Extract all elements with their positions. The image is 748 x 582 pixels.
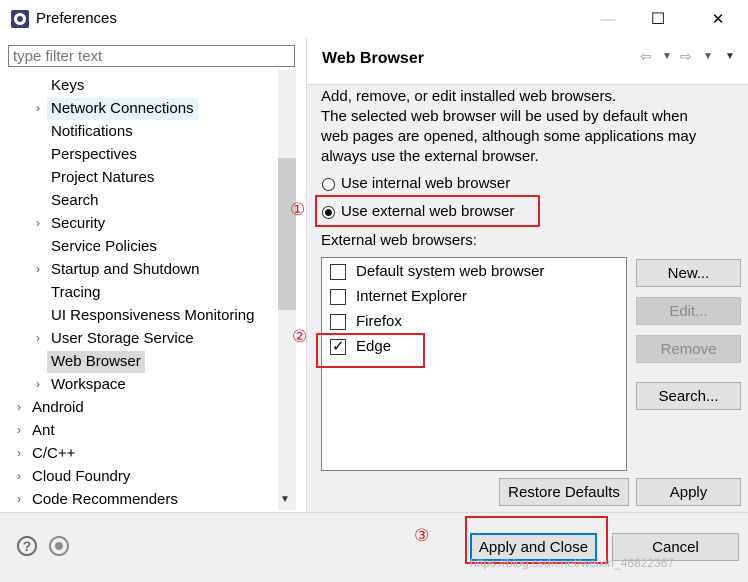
browser-checkbox[interactable] [330,289,346,305]
forward-dropdown-icon[interactable]: ▼ [703,51,713,62]
tree-item[interactable]: Tracing [51,282,100,304]
tree-item[interactable]: Perspectives [51,144,137,166]
tree-item[interactable]: Code Recommenders [32,489,178,511]
tree-item[interactable]: Startup and Shutdown [51,259,199,281]
search-button[interactable]: Search... [636,382,741,410]
description-line: always use the external browser. [321,148,539,165]
tree-item[interactable]: Ant [32,420,55,442]
tree-item[interactable]: C/C++ [32,443,75,465]
tree-item[interactable]: Notifications [51,121,133,143]
expand-arrow-icon[interactable]: › [17,400,21,414]
close-icon: ✕ [711,11,725,28]
tree-item[interactable]: Search [51,190,99,212]
window-title: Preferences [36,10,117,27]
minimize-icon: — [600,10,616,28]
tree-item[interactable]: Service Policies [51,236,157,258]
record-macro-icon[interactable] [49,536,69,556]
tree-item[interactable]: User Storage Service [51,328,194,350]
help-icon[interactable]: ? [17,536,37,556]
maximize-button[interactable]: ☐ [635,0,681,38]
description-line: web pages are opened, although some appl… [321,128,697,145]
description-line: Add, remove, or edit installed web brows… [321,88,617,105]
view-menu-icon[interactable]: ▼ [725,51,735,62]
restore-defaults-button[interactable]: Restore Defaults [499,478,629,506]
new-button[interactable]: New... [636,259,741,287]
eclipse-app-icon [11,10,29,28]
expand-arrow-icon[interactable]: › [17,423,21,437]
expand-arrow-icon[interactable]: › [36,377,40,391]
watermark-text: https://blog.csdn.net/weixin_46822367 [470,556,675,570]
expand-arrow-icon[interactable]: › [17,469,21,483]
browser-checkbox[interactable] [330,264,346,280]
external-browsers-label: External web browsers: [321,232,477,249]
annotation-number-2: ② [292,327,308,346]
radio-external-label[interactable]: Use external web browser [341,203,514,220]
page-title: Web Browser [322,50,424,67]
tree-item[interactable]: Keys [51,75,84,97]
edit-button[interactable]: Edit... [636,297,741,325]
expand-arrow-icon[interactable]: › [17,492,21,506]
radio-external-browser[interactable] [322,206,335,219]
browser-item-label[interactable]: Internet Explorer [356,288,467,305]
radio-internal-browser[interactable] [322,178,335,191]
maximize-icon: ☐ [650,11,666,28]
scroll-down-icon[interactable]: ▼ [280,494,290,505]
page-description: Add, remove, or edit installed web brows… [321,87,741,167]
minimize-button[interactable]: — [585,0,631,38]
annotation-number-3: ③ [414,526,430,545]
browser-item-label[interactable]: Default system web browser [356,263,544,280]
expand-arrow-icon[interactable]: › [17,446,21,460]
annotation-number-1: ① [290,200,306,219]
remove-button[interactable]: Remove [636,335,741,363]
annotation-box-2 [316,333,425,368]
description-line: The selected web browser will be used by… [321,108,688,125]
expand-arrow-icon[interactable]: › [36,262,40,276]
tree-item[interactable]: UI Responsiveness Monitoring [51,305,254,327]
tree-item[interactable]: Android [32,397,84,419]
back-dropdown-icon[interactable]: ▼ [662,51,672,62]
tree-item[interactable]: Workspace [51,374,126,396]
tree-scrollbar-thumb[interactable] [278,158,296,310]
expand-arrow-icon[interactable]: › [36,216,40,230]
browser-item-label[interactable]: Firefox [356,313,402,330]
tree-item[interactable]: Project Natures [51,167,154,189]
tree-item[interactable]: Web Browser [47,351,145,373]
tree-item[interactable]: Security [51,213,105,235]
expand-arrow-icon[interactable]: › [36,101,40,115]
browser-checkbox[interactable] [330,314,346,330]
expand-arrow-icon[interactable]: › [36,331,40,345]
back-arrow-icon[interactable]: ⇦ [640,48,652,65]
radio-internal-label[interactable]: Use internal web browser [341,175,510,192]
apply-button[interactable]: Apply [636,478,741,506]
filter-input[interactable] [8,45,295,67]
close-button[interactable]: ✕ [695,0,741,38]
tree-item[interactable]: Network Connections [47,98,198,120]
tree-item[interactable]: Cloud Foundry [32,466,130,488]
forward-arrow-icon[interactable]: ⇨ [680,48,692,65]
